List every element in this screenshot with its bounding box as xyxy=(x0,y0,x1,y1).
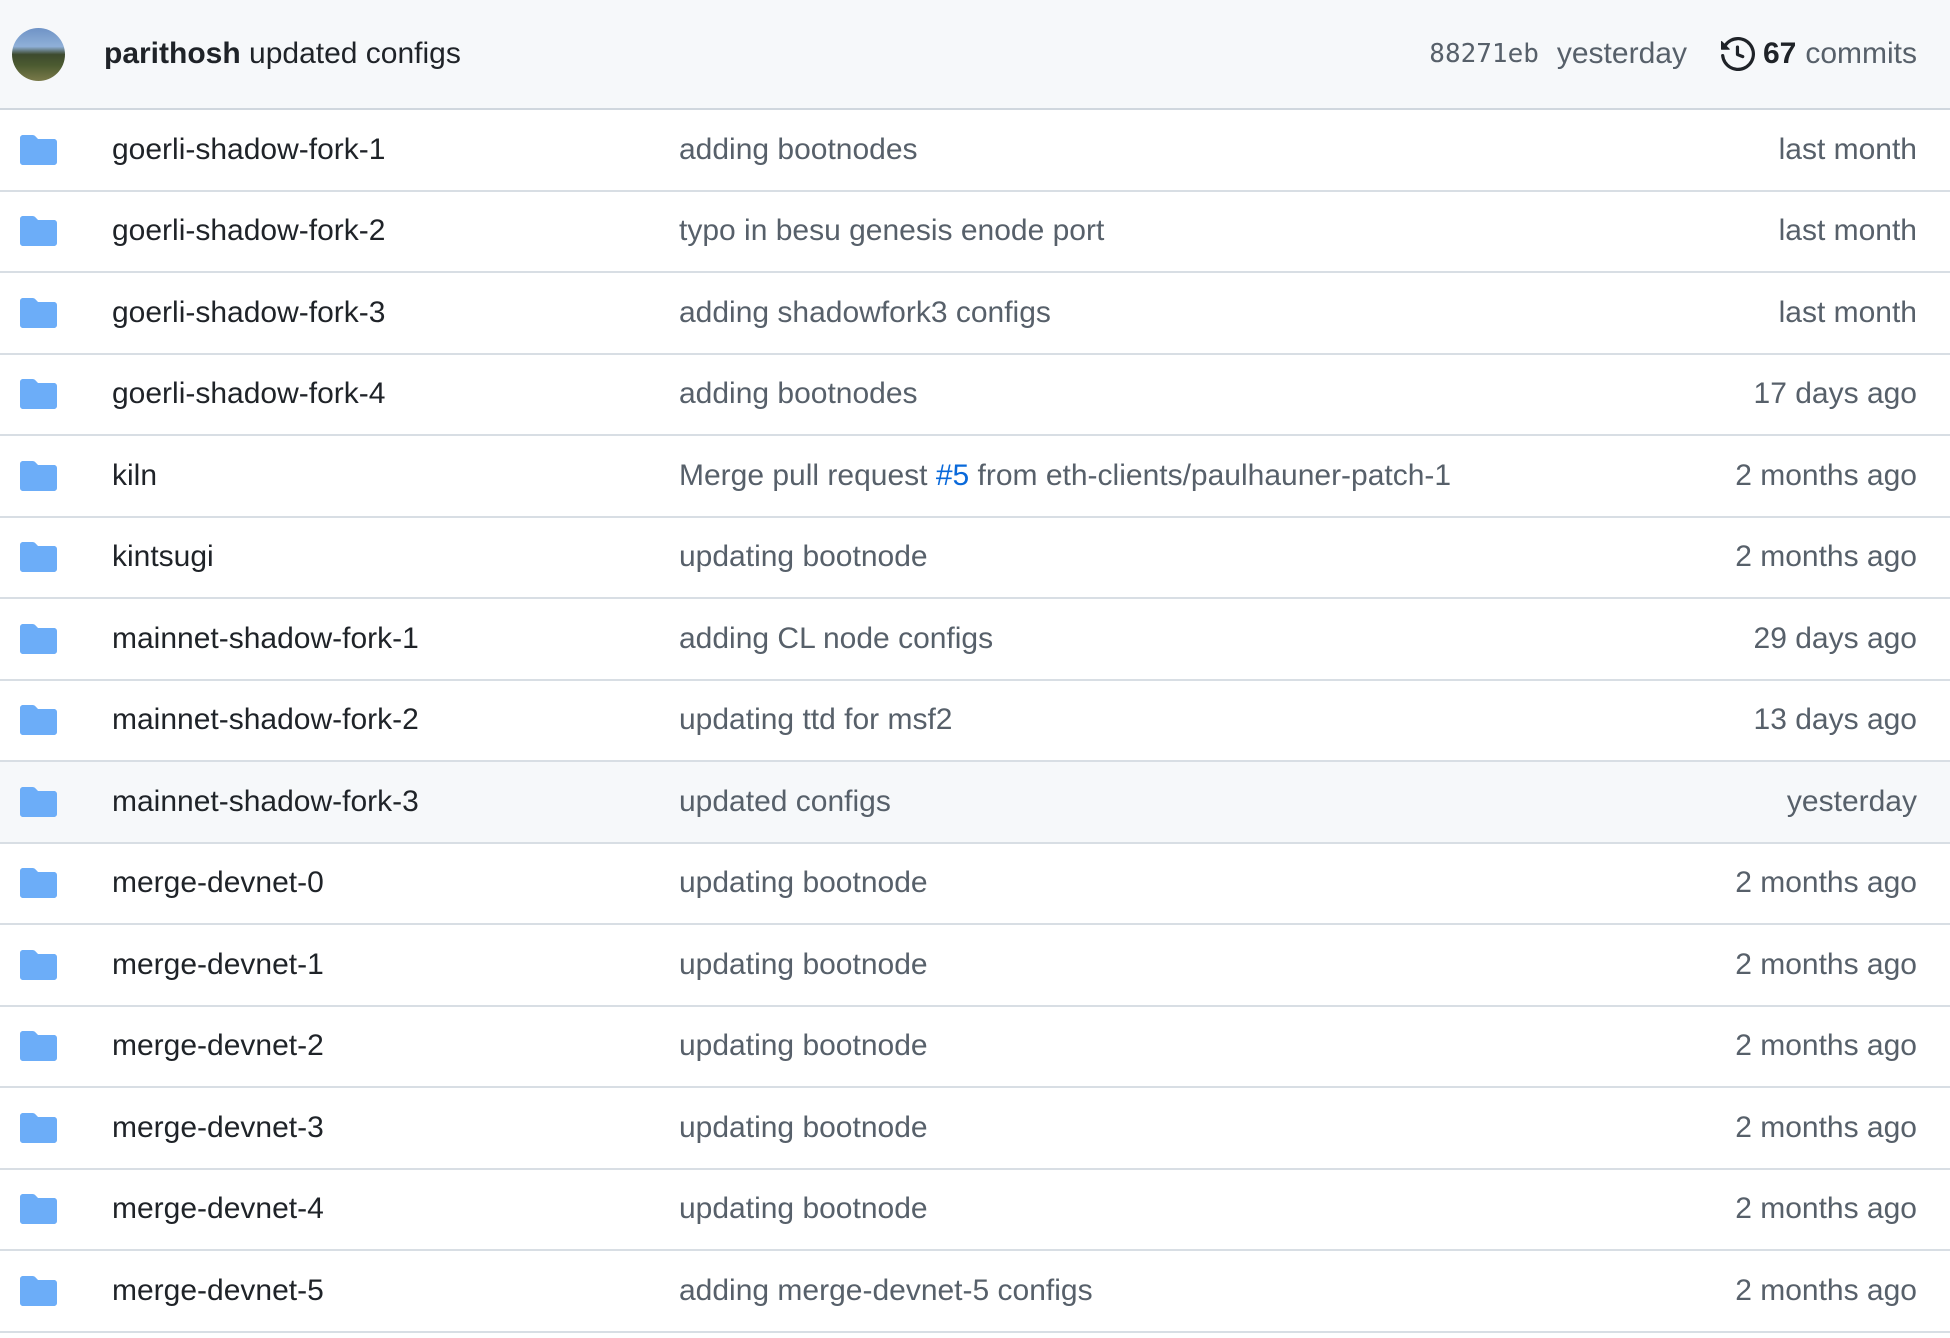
file-name-link[interactable]: merge-devnet-5 xyxy=(112,1274,679,1308)
file-name-link[interactable]: mainnet-shadow-fork-2 xyxy=(112,703,679,737)
file-row[interactable]: merge-devnet-4 updating bootnode 2 month… xyxy=(0,1170,1950,1251)
commit-age: 2 months ago xyxy=(1735,947,1917,981)
file-name-link[interactable]: goerli-shadow-fork-2 xyxy=(112,214,679,248)
file-row[interactable]: merge-devnet-3 updating bootnode 2 month… xyxy=(0,1088,1950,1170)
file-name-link[interactable]: goerli-shadow-fork-1 xyxy=(112,133,679,167)
commit-age: 2 months ago xyxy=(1735,1110,1917,1144)
folder-icon xyxy=(20,216,57,247)
commit-message-link[interactable]: adding bootnodes xyxy=(679,133,1779,167)
file-name-link[interactable]: goerli-shadow-fork-3 xyxy=(112,296,679,330)
commit-age: last month xyxy=(1778,214,1917,248)
folder-icon xyxy=(20,379,57,410)
commit-age: 13 days ago xyxy=(1753,703,1917,737)
folder-icon xyxy=(20,868,57,899)
folder-icon xyxy=(20,786,57,817)
file-name-link[interactable]: goerli-shadow-fork-4 xyxy=(112,377,679,411)
commit-message-link[interactable]: Merge pull request #5 from eth-clients/p… xyxy=(679,459,1735,493)
file-name-link[interactable]: merge-devnet-2 xyxy=(112,1029,679,1063)
file-row[interactable]: goerli-shadow-fork-1 adding bootnodes la… xyxy=(0,110,1950,192)
file-row[interactable]: merge-devnet-0 updating bootnode 2 month… xyxy=(0,844,1950,925)
file-name-link[interactable]: merge-devnet-4 xyxy=(112,1192,679,1226)
file-row[interactable]: merge-devnet-1 updating bootnode 2 month… xyxy=(0,925,1950,1007)
commit-author-link[interactable]: parithosh xyxy=(104,37,241,70)
commit-age: 17 days ago xyxy=(1753,377,1917,411)
commit-message-link[interactable]: updating bootnode xyxy=(679,540,1735,574)
file-name-link[interactable]: merge-devnet-3 xyxy=(112,1111,679,1145)
commit-age: 2 months ago xyxy=(1735,1029,1917,1063)
commit-message-link[interactable]: adding CL node configs xyxy=(679,622,1754,656)
commit-message-link[interactable]: updated configs xyxy=(679,785,1787,819)
commit-message-link[interactable]: adding merge-devnet-5 configs xyxy=(679,1274,1735,1308)
file-list: parithosh updated configs 88271eb yester… xyxy=(0,0,1950,1333)
file-row[interactable]: merge-devnet-2 updating bootnode 2 month… xyxy=(0,1007,1950,1088)
file-row[interactable]: mainnet-shadow-fork-3 updated configs ye… xyxy=(0,762,1950,844)
commit-age: 2 months ago xyxy=(1735,1273,1917,1307)
file-row[interactable]: goerli-shadow-fork-3 adding shadowfork3 … xyxy=(0,273,1950,355)
folder-icon xyxy=(20,134,57,165)
commit-message-text[interactable]: Merge pull request xyxy=(679,459,936,492)
file-name-link[interactable]: merge-devnet-0 xyxy=(112,866,679,900)
commit-age: last month xyxy=(1778,295,1917,329)
commit-message-link[interactable]: updating bootnode xyxy=(679,1111,1735,1145)
commit-age: 2 months ago xyxy=(1735,540,1917,574)
commit-message-link[interactable]: updated configs xyxy=(249,37,461,70)
commit-message-link[interactable]: updating bootnode xyxy=(679,866,1735,900)
commit-age: 2 months ago xyxy=(1735,458,1917,492)
commit-age: yesterday xyxy=(1786,784,1917,818)
folder-icon xyxy=(20,1112,57,1143)
folder-icon xyxy=(20,1275,57,1306)
history-icon xyxy=(1720,37,1755,71)
file-name-link[interactable]: mainnet-shadow-fork-3 xyxy=(112,785,679,819)
commit-meta: 88271eb yesterday 67 commits xyxy=(1429,37,1917,71)
commit-age: 2 months ago xyxy=(1735,866,1917,900)
commit-message-text[interactable]: from eth-clients/paulhauner-patch-1 xyxy=(969,459,1452,492)
commits-history-link[interactable]: 67 commits xyxy=(1720,37,1917,71)
commit-message-link[interactable]: updating bootnode xyxy=(679,948,1735,982)
folder-icon xyxy=(20,542,57,573)
file-name-link[interactable]: kiln xyxy=(112,459,679,493)
avatar[interactable] xyxy=(12,27,65,81)
pull-request-link[interactable]: #5 xyxy=(936,459,969,492)
latest-commit-message: parithosh updated configs xyxy=(104,37,461,71)
latest-commit-header: parithosh updated configs 88271eb yester… xyxy=(0,0,1950,110)
commit-message-link[interactable]: updating bootnode xyxy=(679,1029,1735,1063)
folder-icon xyxy=(20,297,57,328)
folder-icon xyxy=(20,949,57,980)
file-name-link[interactable]: merge-devnet-1 xyxy=(112,948,679,982)
commit-message-link[interactable]: typo in besu genesis enode port xyxy=(679,214,1779,248)
file-row[interactable]: kiln Merge pull request #5 from eth-clie… xyxy=(0,436,1950,518)
file-row[interactable]: merge-devnet-5 adding merge-devnet-5 con… xyxy=(0,1251,1950,1333)
commit-sha-link[interactable]: 88271eb xyxy=(1429,39,1539,69)
commits-label: commits xyxy=(1805,37,1917,70)
file-name-link[interactable]: mainnet-shadow-fork-1 xyxy=(112,622,679,656)
file-row[interactable]: goerli-shadow-fork-4 adding bootnodes 17… xyxy=(0,355,1950,436)
file-row[interactable]: kintsugi updating bootnode 2 months ago xyxy=(0,518,1950,599)
commit-age: 2 months ago xyxy=(1735,1192,1917,1226)
file-row[interactable]: goerli-shadow-fork-2 typo in besu genesi… xyxy=(0,192,1950,273)
file-row[interactable]: mainnet-shadow-fork-2 updating ttd for m… xyxy=(0,681,1950,762)
commit-message-link[interactable]: adding bootnodes xyxy=(679,377,1754,411)
commit-message-link[interactable]: updating bootnode xyxy=(679,1192,1735,1226)
commit-message-link[interactable]: updating ttd for msf2 xyxy=(679,703,1754,737)
folder-icon xyxy=(20,623,57,654)
commits-count: 67 xyxy=(1762,37,1797,70)
file-rows: goerli-shadow-fork-1 adding bootnodes la… xyxy=(0,110,1950,1333)
file-row[interactable]: mainnet-shadow-fork-1 adding CL node con… xyxy=(0,599,1950,681)
commit-time: yesterday xyxy=(1556,37,1687,70)
folder-icon xyxy=(20,1194,57,1225)
folder-icon xyxy=(20,460,57,491)
commit-age: last month xyxy=(1778,132,1917,166)
commit-age: 29 days ago xyxy=(1753,621,1917,655)
folder-icon xyxy=(20,1031,57,1062)
folder-icon xyxy=(20,705,57,736)
commit-message-link[interactable]: adding shadowfork3 configs xyxy=(679,296,1779,330)
file-name-link[interactable]: kintsugi xyxy=(112,540,679,574)
